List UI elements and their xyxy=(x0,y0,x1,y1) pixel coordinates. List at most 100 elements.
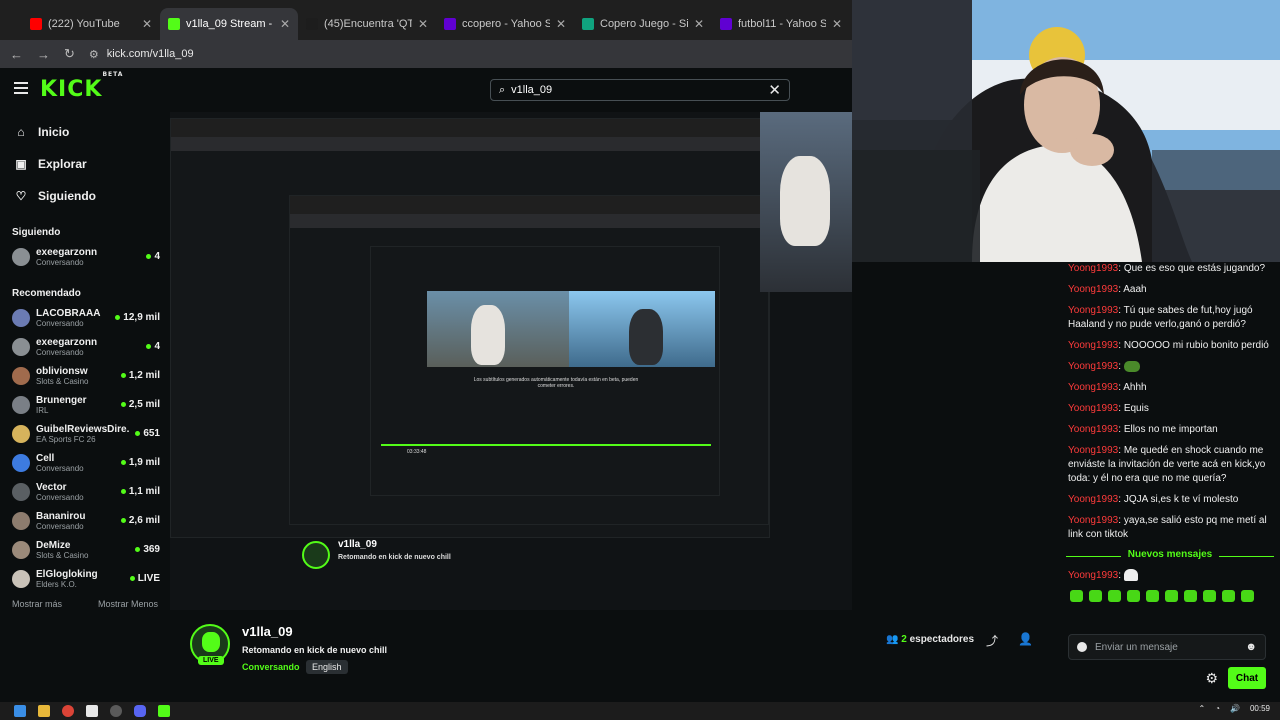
windows-start-icon[interactable] xyxy=(14,705,26,717)
live-dot-icon xyxy=(120,518,126,523)
channel-item[interactable]: Bananirou Conversando 2,6 mil xyxy=(0,506,170,535)
chat-username[interactable]: Yoong1993 xyxy=(1068,382,1118,393)
chat-username[interactable]: Yoong1993 xyxy=(1068,494,1118,505)
browser-tab[interactable]: Copero Juego - Simulado ✕ xyxy=(574,8,712,40)
close-tab-icon[interactable]: ✕ xyxy=(832,17,842,31)
chat-username[interactable]: Yoong1993 xyxy=(1068,305,1118,316)
share-icon[interactable]: ⤴ xyxy=(986,632,998,649)
captured-stream-title: Retomando en kick de nuevo chill xyxy=(338,554,451,561)
chat-username[interactable]: Yoong1993 xyxy=(1068,515,1118,526)
chat-username[interactable]: Yoong1993 xyxy=(1068,424,1118,435)
emote-icon[interactable] xyxy=(1184,590,1197,602)
emote-icon[interactable] xyxy=(1089,590,1102,602)
tab-favicon-icon xyxy=(582,18,594,30)
chevron-up-icon[interactable]: ⌃ xyxy=(1198,704,1205,713)
file-explorer-icon[interactable] xyxy=(38,705,50,717)
document-icon[interactable] xyxy=(86,705,98,717)
webcam-scene xyxy=(852,0,1280,262)
emote-icon[interactable] xyxy=(1108,590,1121,602)
chat-settings-gear-icon[interactable]: ⚙ xyxy=(1205,670,1218,687)
streamer-name[interactable]: v1lla_09 xyxy=(242,624,293,639)
obs-icon[interactable] xyxy=(110,705,122,717)
live-dot-icon xyxy=(146,254,152,259)
reload-icon[interactable]: ↻ xyxy=(64,46,75,62)
emote-icon[interactable] xyxy=(1146,590,1159,602)
chat-username[interactable]: Yoong1993 xyxy=(1068,263,1118,274)
browser-tab[interactable]: ccopero - Yahoo Search ✕ xyxy=(436,8,574,40)
channel-item[interactable]: DeMize Slots & Casino 369 xyxy=(0,535,170,564)
browser-tab[interactable]: v1lla_09 Stream - Wa ✕ xyxy=(160,8,298,40)
browser-tab[interactable]: (45)Encuentra 'QTDLMM ✕ xyxy=(298,8,436,40)
site-info-icon[interactable]: ⚙ xyxy=(89,48,99,61)
channel-item[interactable]: Vector Conversando 1,1 mil xyxy=(0,477,170,506)
emote-icon[interactable] xyxy=(1127,590,1140,602)
chat-username[interactable]: Yoong1993 xyxy=(1068,340,1118,351)
clear-search-icon[interactable]: ✕ xyxy=(768,81,781,99)
channel-item[interactable]: oblivionsw Slots & Casino 1,2 mil xyxy=(0,361,170,390)
browser-tab[interactable]: (222) YouTube ✕ xyxy=(22,8,160,40)
channel-item[interactable]: LACOBRAAA Conversando 12,9 mil xyxy=(0,303,170,332)
follow-user-icon[interactable]: 👤 xyxy=(1018,632,1033,646)
tab-favicon-icon xyxy=(306,18,318,30)
emote-icon[interactable] xyxy=(1203,590,1216,602)
channel-item[interactable]: Cell Conversando 1,9 mil xyxy=(0,448,170,477)
browser-tab[interactable]: futbol11 - Yahoo Search ✕ xyxy=(712,8,850,40)
wifi-icon[interactable]: ◔ xyxy=(1215,704,1220,713)
chat-send-button[interactable]: Chat xyxy=(1228,667,1266,689)
stream-language-tag[interactable]: English xyxy=(306,660,348,674)
volume-icon[interactable]: 🔊 xyxy=(1230,704,1240,713)
channel-name: Vector xyxy=(36,481,67,493)
close-tab-icon[interactable]: ✕ xyxy=(694,17,704,31)
chat-messages: Yoong1993: Que es eso que estás jugando?… xyxy=(1060,262,1280,542)
forward-icon[interactable]: → xyxy=(37,47,50,62)
emoji-icon[interactable]: ☻ xyxy=(1245,641,1257,653)
back-icon[interactable]: ← xyxy=(10,47,23,62)
menu-icon[interactable] xyxy=(14,82,28,94)
channel-category: Conversando xyxy=(36,492,84,502)
chat-username[interactable]: Yoong1993 xyxy=(1068,361,1118,372)
address-bar[interactable]: ⚙ kick.com/v1lla_09 xyxy=(89,48,194,61)
search-input[interactable]: ⌕ v1lla_09 ✕ xyxy=(490,79,790,101)
emote-icon[interactable] xyxy=(1070,590,1083,602)
home-icon: ⌂ xyxy=(17,125,25,139)
close-tab-icon[interactable]: ✕ xyxy=(556,17,566,31)
channel-category: Conversando xyxy=(36,257,84,267)
close-tab-icon[interactable]: ✕ xyxy=(142,17,152,31)
kick-logo[interactable]: KICKBETA xyxy=(40,71,123,102)
channel-viewers: 4 xyxy=(146,341,160,352)
live-badge: LIVE xyxy=(198,656,224,665)
close-tab-icon[interactable]: ✕ xyxy=(280,17,290,31)
chat-username[interactable]: Yoong1993 xyxy=(1068,284,1118,295)
channel-category: EA Sports FC 26 xyxy=(36,434,96,444)
channel-item[interactable]: exeegarzonn Conversando 4 xyxy=(0,242,170,271)
new-messages-divider[interactable]: Nuevos mensajes xyxy=(1060,549,1280,563)
show-more-link[interactable]: Mostrar más xyxy=(12,599,62,609)
chat-username[interactable]: Yoong1993 xyxy=(1068,445,1118,456)
channel-item[interactable]: exeegarzonn Conversando 4 xyxy=(0,332,170,361)
close-tab-icon[interactable]: ✕ xyxy=(418,17,428,31)
nav-explorar[interactable]: ▣ Explorar xyxy=(0,148,170,180)
emote-icon[interactable] xyxy=(1241,590,1254,602)
nav-siguiendo[interactable]: ♡ Siguiendo xyxy=(0,180,170,212)
clock[interactable]: 00:59 xyxy=(1250,704,1270,713)
channel-item[interactable]: GuibelReviewsDire... EA Sports FC 26 651 xyxy=(0,419,170,448)
inner-webcam-right xyxy=(569,291,715,367)
show-less-link[interactable]: Mostrar Menos xyxy=(98,599,158,609)
channel-item[interactable]: ElGlogloking Elders K.O. LIVE xyxy=(0,564,170,593)
chat-username[interactable]: Yoong1993 xyxy=(1068,570,1118,581)
tab-title: futbol11 - Yahoo Search xyxy=(738,18,826,30)
chat-input-placeholder: Enviar un mensaje xyxy=(1095,641,1178,653)
channel-avatar xyxy=(12,511,30,530)
live-dot-icon xyxy=(146,344,152,349)
chat-input[interactable]: Enviar un mensaje ☻ xyxy=(1068,634,1266,660)
chrome-icon[interactable] xyxy=(62,705,74,717)
chat-username[interactable]: Yoong1993 xyxy=(1068,403,1118,414)
emote-icon[interactable] xyxy=(1165,590,1178,602)
viewer-count: 👥 2 espectadores xyxy=(886,634,975,645)
emote-icon[interactable] xyxy=(1222,590,1235,602)
kick-taskbar-icon[interactable] xyxy=(158,705,170,717)
nav-inicio[interactable]: ⌂ Inicio xyxy=(0,116,170,148)
stream-category[interactable]: Conversando xyxy=(242,662,300,672)
channel-item[interactable]: Brunenger IRL 2,5 mil xyxy=(0,390,170,419)
discord-icon[interactable] xyxy=(134,705,146,717)
